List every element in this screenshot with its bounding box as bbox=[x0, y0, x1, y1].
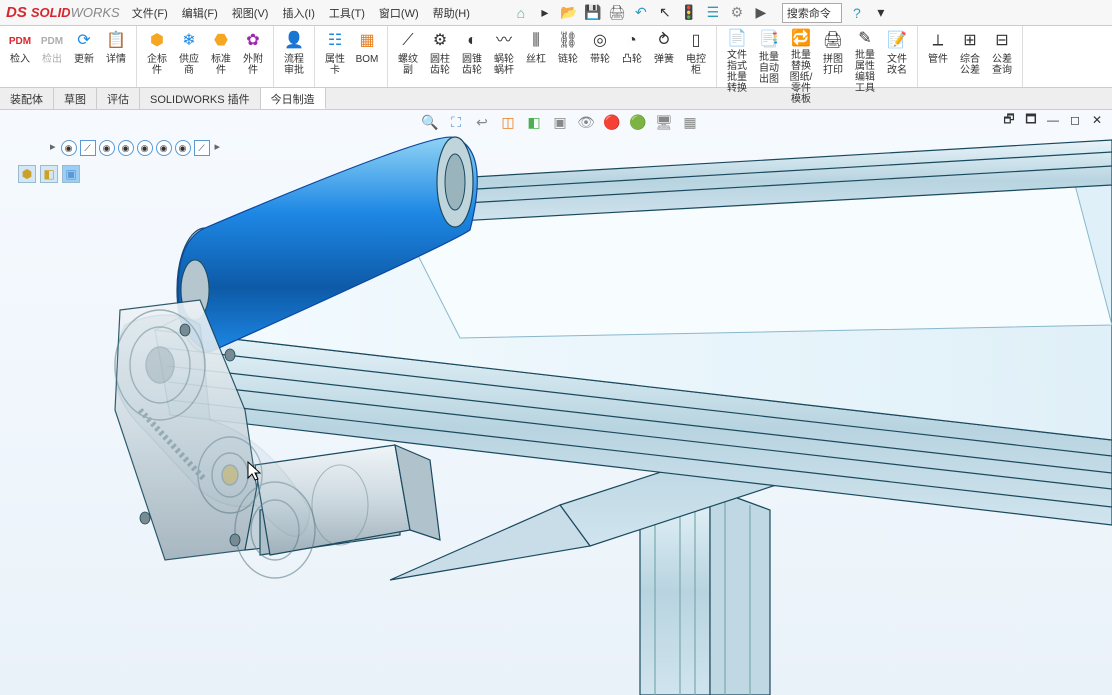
play-icon[interactable]: ▶ bbox=[752, 4, 770, 22]
tab-today-manufacture[interactable]: 今日制造 bbox=[261, 88, 326, 109]
pulley-button[interactable]: ◎带轮 bbox=[584, 28, 616, 85]
menu-tools[interactable]: 工具(T) bbox=[329, 5, 365, 21]
scene-icon[interactable]: 🟢 bbox=[628, 112, 648, 132]
leadscrew-button[interactable]: ⫼丝杠 bbox=[520, 28, 552, 85]
ribbon-tabs: 装配体 草图 评估 SOLIDWORKS 插件 今日制造 bbox=[0, 88, 1112, 110]
menu-insert[interactable]: 插入(I) bbox=[282, 5, 314, 21]
render-icon[interactable]: 🖥 bbox=[654, 112, 674, 132]
batch-attr-edit-button[interactable]: ✎批量属性编辑工具 bbox=[849, 28, 881, 85]
pipe-fitting-button[interactable]: ⟂管件 bbox=[922, 28, 954, 85]
sprocket-button[interactable]: ⛓链轮 bbox=[552, 28, 584, 85]
filter-axis-icon[interactable]: ⟋ bbox=[80, 140, 96, 156]
tab-evaluate[interactable]: 评估 bbox=[97, 88, 140, 109]
minimize-icon[interactable]: — bbox=[1044, 112, 1062, 128]
batch-replace-button[interactable]: 🔁批量替换图纸/零件模板 bbox=[785, 28, 817, 85]
display-pane-icon[interactable]: ▣ bbox=[62, 165, 80, 183]
new-icon[interactable]: ▸ bbox=[536, 4, 554, 22]
worm-gear-button[interactable]: 〰蜗轮蜗杆 bbox=[488, 28, 520, 85]
cursor-icon[interactable]: ↖ bbox=[656, 4, 674, 22]
update-button[interactable]: ⟳更新 bbox=[68, 28, 100, 85]
menu-file[interactable]: 文件(F) bbox=[132, 5, 168, 21]
section-view-icon[interactable]: ◫ bbox=[498, 112, 518, 132]
maximize-icon[interactable]: 🗖 bbox=[1022, 112, 1040, 128]
app-logo: DS SOLIDWORKS bbox=[6, 4, 120, 21]
fit-query-button[interactable]: ⊟公差查询 bbox=[986, 28, 1018, 85]
ribbon-toolbar: PDM检入 PDM检出 ⟳更新 📋详情 ⬢企标件 ❄供应商 ⬣标准件 ✿外附件 … bbox=[0, 26, 1112, 88]
display-style-icon[interactable]: ▣ bbox=[550, 112, 570, 132]
filter-origin-icon[interactable]: ◉ bbox=[99, 140, 115, 156]
feature-tree-filter-bar: ▸ ◉ ⟋ ◉ ◉ ◉ ◉ ◉ ⟋ ▸ bbox=[50, 140, 220, 156]
tab-sketch[interactable]: 草图 bbox=[54, 88, 97, 109]
flyout-handle-icon[interactable]: ▸ bbox=[50, 140, 56, 156]
hide-show-icon[interactable]: 👁 bbox=[576, 112, 596, 132]
tolerance-button[interactable]: ⊞综合公差 bbox=[954, 28, 986, 85]
file-rename-button[interactable]: 📝文件改名 bbox=[881, 28, 913, 85]
configs-icon[interactable]: ◧ bbox=[40, 165, 58, 183]
print-icon[interactable]: 🖨 bbox=[608, 4, 626, 22]
gear-icon[interactable]: ⚙ bbox=[728, 4, 746, 22]
restore-icon[interactable]: ◻ bbox=[1066, 112, 1084, 128]
filter-3-icon[interactable]: ◉ bbox=[156, 140, 172, 156]
pdm-checkout-button[interactable]: PDM检出 bbox=[36, 28, 68, 85]
dropdown-icon[interactable]: ▾ bbox=[872, 4, 890, 22]
supplier-button[interactable]: ❄供应商 bbox=[173, 28, 205, 85]
thread-button[interactable]: ⟋螺纹副 bbox=[392, 28, 424, 85]
tab-assembly[interactable]: 装配体 bbox=[0, 88, 54, 109]
quick-access-toolbar: ⌂ ▸ 📂 💾 🖨 ↶ ↖ 🚦 ☰ ⚙ ▶ 搜索命令 ? ▾ bbox=[512, 3, 890, 23]
filter-sketch-icon[interactable]: ⟋ bbox=[194, 140, 210, 156]
document-window-controls: 🗗 🗖 — ◻ ✕ bbox=[1000, 112, 1106, 128]
menubar: DS SOLIDWORKS 文件(F) 编辑(F) 视图(V) 插入(I) 工具… bbox=[0, 0, 1112, 26]
home-icon[interactable]: ⌂ bbox=[512, 4, 530, 22]
standard-parts-button[interactable]: ⬣标准件 bbox=[205, 28, 237, 85]
main-menu: 文件(F) 编辑(F) 视图(V) 插入(I) 工具(T) 窗口(W) 帮助(H… bbox=[132, 5, 470, 21]
graphics-viewport[interactable]: 🔍 ⛶ ↩ ◫ ◧ ▣ 👁 🔴 🟢 🖥 ▦ ▸ ◉ ⟋ ◉ ◉ ◉ ◉ ◉ ⟋ … bbox=[0, 110, 1112, 695]
bom-button[interactable]: ▦BOM bbox=[351, 28, 383, 85]
filter-1-icon[interactable]: ◉ bbox=[118, 140, 134, 156]
restore-down-icon[interactable]: 🗗 bbox=[1000, 112, 1018, 128]
list-icon[interactable]: ☰ bbox=[704, 4, 722, 22]
model-rendering bbox=[0, 110, 1112, 695]
command-search[interactable]: 搜索命令 bbox=[782, 3, 842, 23]
details-button[interactable]: 📋详情 bbox=[100, 28, 132, 85]
save-icon[interactable]: 💾 bbox=[584, 4, 602, 22]
help-icon[interactable]: ? bbox=[848, 4, 866, 22]
view-orientation-icon[interactable]: ◧ bbox=[524, 112, 544, 132]
undo-icon[interactable]: ↶ bbox=[632, 4, 650, 22]
assembly-icon[interactable]: ⬢ bbox=[18, 165, 36, 183]
view-settings-icon[interactable]: ▦ bbox=[680, 112, 700, 132]
pdm-checkin-button[interactable]: PDM检入 bbox=[4, 28, 36, 85]
attribute-card-button[interactable]: ☷属性卡 bbox=[319, 28, 351, 85]
bevel-gear-button[interactable]: ◐圆锥齿轮 bbox=[456, 28, 488, 85]
filter-4-icon[interactable]: ◉ bbox=[175, 140, 191, 156]
tab-addins[interactable]: SOLIDWORKS 插件 bbox=[140, 88, 261, 109]
menu-window[interactable]: 窗口(W) bbox=[379, 5, 419, 21]
zoom-area-icon[interactable]: ⛶ bbox=[446, 112, 466, 132]
traffic-icon[interactable]: 🚦 bbox=[680, 4, 698, 22]
cam-button[interactable]: ◔凸轮 bbox=[616, 28, 648, 85]
file-format-batch-button[interactable]: 📄文件指式批量转换 bbox=[721, 28, 753, 85]
batch-print-button[interactable]: 🖨拼图打印 bbox=[817, 28, 849, 85]
heads-up-view-toolbar: 🔍 ⛶ ↩ ◫ ◧ ▣ 👁 🔴 🟢 🖥 ▦ bbox=[420, 112, 700, 132]
filter-2-icon[interactable]: ◉ bbox=[137, 140, 153, 156]
filter-front-plane-icon[interactable]: ◉ bbox=[61, 140, 77, 156]
spring-button[interactable]: ⥁弹簧 bbox=[648, 28, 680, 85]
close-icon[interactable]: ✕ bbox=[1088, 112, 1106, 128]
open-icon[interactable]: 📂 bbox=[560, 4, 578, 22]
external-parts-button[interactable]: ✿外附件 bbox=[237, 28, 269, 85]
flyout-feature-tree: ⬢ ◧ ▣ bbox=[18, 165, 80, 183]
flyout-expand-icon[interactable]: ▸ bbox=[215, 140, 221, 156]
process-approval-button[interactable]: 👤流程审批 bbox=[278, 28, 310, 85]
appearance-icon[interactable]: 🔴 bbox=[602, 112, 622, 132]
menu-help[interactable]: 帮助(H) bbox=[433, 5, 470, 21]
spur-gear-button[interactable]: ⚙圆柱齿轮 bbox=[424, 28, 456, 85]
zoom-fit-icon[interactable]: 🔍 bbox=[420, 112, 440, 132]
enterprise-parts-button[interactable]: ⬢企标件 bbox=[141, 28, 173, 85]
previous-view-icon[interactable]: ↩ bbox=[472, 112, 492, 132]
menu-view[interactable]: 视图(V) bbox=[232, 5, 269, 21]
cabinet-button[interactable]: ▯电控柜 bbox=[680, 28, 712, 85]
menu-edit[interactable]: 编辑(F) bbox=[182, 5, 218, 21]
batch-drawing-button[interactable]: 📑批量自动出图 bbox=[753, 28, 785, 85]
